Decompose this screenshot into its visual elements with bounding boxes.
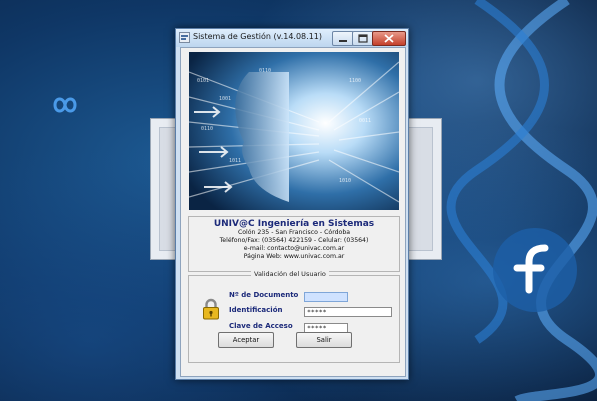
svg-text:0101: 0101 bbox=[197, 78, 209, 84]
documento-label: Nº de Documento bbox=[229, 291, 299, 299]
banner-image: 010110010110 101111000011 10100110 bbox=[189, 52, 399, 210]
svg-text:1010: 1010 bbox=[339, 178, 351, 184]
company-email: e-mail: contacto@univac.com.ar bbox=[243, 244, 345, 252]
dna-helix-decoration bbox=[446, 0, 597, 401]
login-dialog: Sistema de Gestión (v.14.08.11) 0101 100… bbox=[175, 28, 409, 380]
infinity-decoration bbox=[53, 97, 77, 113]
minimize-button[interactable] bbox=[332, 31, 354, 46]
company-phone: Teléfono/Fax: (03564) 422159 - Celular: … bbox=[219, 236, 369, 244]
user-validation-group: Validación del Usuario Nº de Documento I… bbox=[188, 270, 400, 363]
close-button[interactable] bbox=[372, 31, 406, 46]
validation-legend: Validación del Usuario bbox=[251, 270, 329, 278]
exit-button[interactable]: Salir bbox=[296, 332, 352, 348]
dialog-content: 0101 1001 0110 1011 1100 0011 1010 0110 UNIV@… bbox=[180, 47, 406, 377]
svg-text:1001: 1001 bbox=[219, 96, 231, 102]
minimize-icon bbox=[339, 40, 347, 42]
close-icon bbox=[384, 34, 394, 43]
lock-icon bbox=[203, 298, 219, 320]
svg-text:1100: 1100 bbox=[349, 78, 361, 84]
company-web: Página Web: www.univac.com.ar bbox=[243, 252, 345, 260]
app-icon bbox=[179, 32, 190, 43]
company-info: UNIV@C Ingeniería en Sistemas Colón 235 … bbox=[188, 216, 400, 272]
documento-input[interactable] bbox=[304, 292, 348, 302]
window-title: Sistema de Gestión (v.14.08.11) bbox=[193, 32, 322, 41]
company-address: Colón 235 - San Francisco - Córdoba bbox=[237, 229, 351, 236]
svg-text:1011: 1011 bbox=[229, 158, 241, 164]
svg-text:0110: 0110 bbox=[201, 126, 213, 132]
maximize-icon bbox=[358, 34, 368, 43]
identificacion-label: Identificación bbox=[229, 306, 283, 314]
accept-button[interactable]: Aceptar bbox=[218, 332, 274, 348]
maximize-button[interactable] bbox=[352, 31, 374, 46]
clave-label: Clave de Acceso bbox=[229, 322, 293, 330]
svg-text:0011: 0011 bbox=[359, 118, 371, 124]
title-bar[interactable]: Sistema de Gestión (v.14.08.11) bbox=[176, 29, 408, 47]
identificacion-input[interactable] bbox=[304, 307, 392, 317]
company-name: UNIV@C Ingeniería en Sistemas bbox=[213, 219, 375, 229]
